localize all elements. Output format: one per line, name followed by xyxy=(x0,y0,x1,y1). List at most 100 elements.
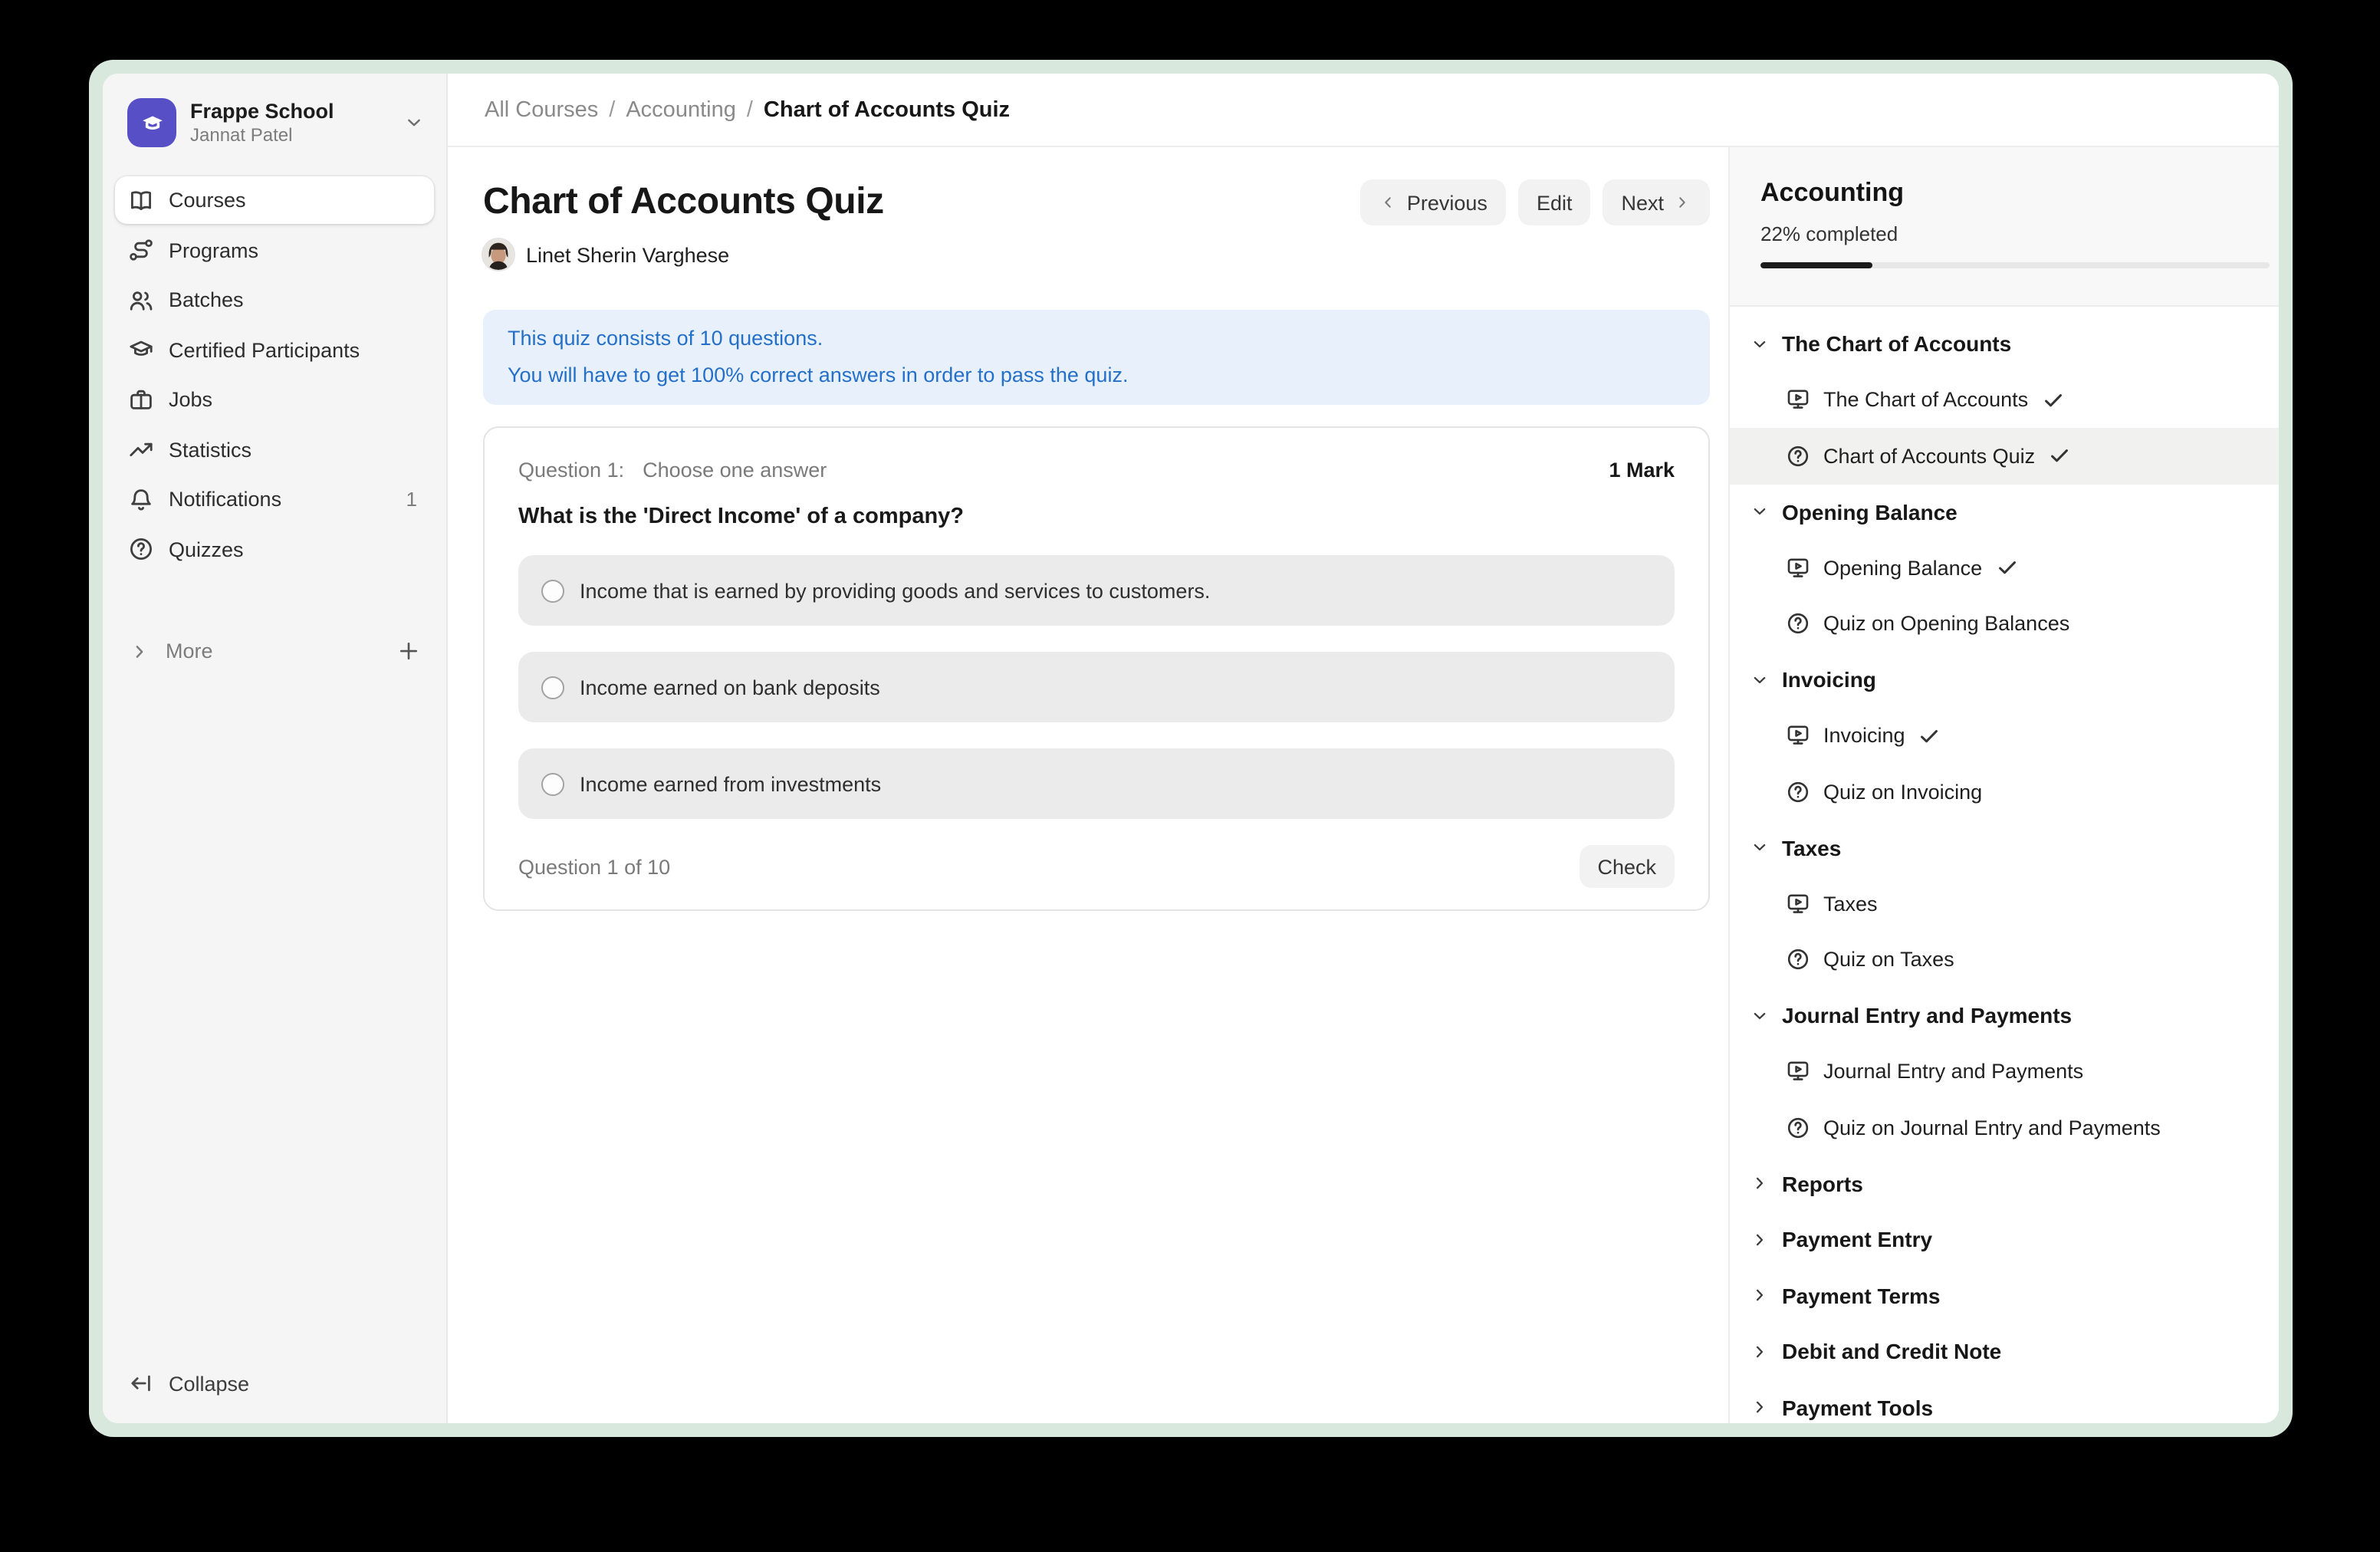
section-chevron-icon[interactable] xyxy=(1750,1174,1770,1194)
sidebar-nav-item[interactable]: Courses xyxy=(115,176,434,224)
lesson-type-icon xyxy=(1787,893,1810,916)
course-title: Accounting xyxy=(1760,178,2279,209)
section-chevron-icon[interactable] xyxy=(1750,502,1770,522)
workspace-switcher[interactable]: Frappe School Jannat Patel xyxy=(103,74,446,147)
section-chevron-icon[interactable] xyxy=(1750,838,1770,858)
section-label: Taxes xyxy=(1782,836,1841,860)
breadcrumb: All Courses / Accounting / Chart of Acco… xyxy=(485,97,1010,122)
answer-option[interactable]: Income that is earned by providing goods… xyxy=(518,555,1675,626)
course-progress-text: 22% completed xyxy=(1760,222,2279,245)
chevron-left-icon xyxy=(1379,193,1398,212)
outline-row[interactable]: Chart of Accounts Quiz Chart of Accounts… xyxy=(1730,428,2279,484)
section-label: Payment Terms xyxy=(1782,1284,1940,1308)
edit-button[interactable]: Edit xyxy=(1518,179,1591,225)
collapse-sidebar-button[interactable]: Collapse xyxy=(103,1371,446,1423)
sidebar-item-icon xyxy=(129,188,153,212)
outline-row[interactable]: The Chart of Accounts The Chart of Accou… xyxy=(1730,316,2279,372)
sidebar-nav-item[interactable]: Programs xyxy=(115,226,434,274)
section-label: Opening Balance xyxy=(1782,500,1958,524)
sidebar-item-label: Quizzes xyxy=(169,538,244,561)
outline-row[interactable]: Quiz on Taxes Quiz on Taxes xyxy=(1730,932,2279,988)
outline-row[interactable]: Taxes Taxes xyxy=(1730,820,2279,876)
sidebar-item-icon xyxy=(129,238,153,262)
section-chevron-icon[interactable] xyxy=(1750,1006,1770,1026)
answer-option-label: Income earned from investments xyxy=(580,772,881,795)
completed-check-icon xyxy=(2049,446,2070,467)
outline-row[interactable]: Reports Reports xyxy=(1730,1156,2279,1212)
quiz-notice: This quiz consists of 10 questions.You w… xyxy=(483,310,1710,405)
frappe-school-logo xyxy=(127,98,176,147)
sidebar-item-icon xyxy=(129,537,153,561)
course-outline: The Chart of Accounts The Chart of Accou… xyxy=(1730,307,2279,1423)
chevron-down-icon[interactable] xyxy=(403,112,425,133)
outline-row[interactable]: Taxes Taxes xyxy=(1730,876,2279,932)
section-label: The Chart of Accounts xyxy=(1782,332,2011,357)
chevron-right-icon xyxy=(129,640,150,662)
plus-icon[interactable] xyxy=(397,640,420,663)
section-chevron-icon[interactable] xyxy=(1750,670,1770,690)
progress-bar-fill xyxy=(1760,262,1872,268)
breadcrumb-separator: / xyxy=(747,97,753,122)
outline-row[interactable]: Quiz on Opening Balances Quiz on Opening… xyxy=(1730,596,2279,652)
lesson-label: The Chart of Accounts xyxy=(1823,389,2028,412)
graduation-cap-logo-icon xyxy=(137,108,166,137)
breadcrumb-item[interactable]: Accounting xyxy=(626,97,736,122)
collapse-arrow-icon xyxy=(129,1371,153,1396)
previous-button[interactable]: Previous xyxy=(1361,179,1506,225)
section-chevron-icon[interactable] xyxy=(1750,1398,1770,1418)
lesson-label: Quiz on Journal Entry and Payments xyxy=(1823,1116,2161,1139)
section-chevron-icon[interactable] xyxy=(1750,334,1770,354)
author-avatar xyxy=(483,239,514,270)
sidebar-nav-item[interactable]: Statistics xyxy=(115,426,434,473)
quiz-card: Question 1: Choose one answer 1 Mark Wha… xyxy=(483,426,1710,911)
lesson-type-icon xyxy=(1787,1060,1810,1083)
notification-count-badge: 1 xyxy=(406,488,420,511)
sidebar-nav-item[interactable]: Batches xyxy=(115,276,434,324)
outline-row[interactable]: Payment Tools Payment Tools xyxy=(1730,1379,2279,1423)
sidebar-nav-item[interactable]: Notifications 1 xyxy=(115,475,434,523)
next-button[interactable]: Next xyxy=(1603,179,1710,225)
radio-button[interactable] xyxy=(541,772,564,795)
outline-row[interactable]: Payment Entry Payment Entry xyxy=(1730,1212,2279,1268)
outline-row[interactable]: Invoicing Invoicing xyxy=(1730,708,2279,764)
more-label: More xyxy=(166,640,213,663)
answer-option-label: Income earned on bank deposits xyxy=(580,676,880,699)
author-name: Linet Sherin Varghese xyxy=(526,243,729,266)
answer-option[interactable]: Income earned from investments xyxy=(518,748,1675,819)
lesson-type-icon xyxy=(1787,1116,1810,1139)
outline-row[interactable]: The Chart of Accounts The Chart of Accou… xyxy=(1730,372,2279,428)
outline-row[interactable]: Quiz on Journal Entry and Payments Quiz … xyxy=(1730,1100,2279,1156)
outline-row[interactable]: Debit and Credit Note Debit and Credit N… xyxy=(1730,1323,2279,1379)
breadcrumb-item[interactable]: All Courses xyxy=(485,97,598,122)
author-row: Linet Sherin Varghese xyxy=(483,239,1710,270)
section-chevron-icon[interactable] xyxy=(1750,1230,1770,1250)
sidebar: Frappe School Jannat Patel Courses Progr… xyxy=(103,74,448,1423)
answer-option[interactable]: Income earned on bank deposits xyxy=(518,652,1675,722)
outline-row[interactable]: Journal Entry and Payments Journal Entry… xyxy=(1730,1044,2279,1100)
sidebar-nav-item[interactable]: Certified Participants xyxy=(115,326,434,373)
section-label: Payment Entry xyxy=(1782,1228,1932,1252)
outline-row[interactable]: Opening Balance Opening Balance xyxy=(1730,540,2279,596)
sidebar-nav-item[interactable]: Jobs xyxy=(115,376,434,423)
question-pagination: Question 1 of 10 xyxy=(518,855,670,878)
lesson-label: Invoicing xyxy=(1823,725,1905,748)
question-number-label: Question 1: xyxy=(518,459,624,482)
question-instruction: Choose one answer xyxy=(643,459,827,482)
radio-button[interactable] xyxy=(541,579,564,602)
section-chevron-icon[interactable] xyxy=(1750,1342,1770,1362)
outline-row[interactable]: Journal Entry and Payments Journal Entry… xyxy=(1730,988,2279,1044)
lesson-type-icon xyxy=(1787,389,1810,412)
outline-row[interactable]: Invoicing Invoicing xyxy=(1730,652,2279,708)
sidebar-nav-item[interactable]: Quizzes xyxy=(115,525,434,573)
breadcrumb-item[interactable]: Chart of Accounts Quiz xyxy=(764,97,1010,122)
outline-row[interactable]: Quiz on Invoicing Quiz on Invoicing xyxy=(1730,764,2279,820)
section-chevron-icon[interactable] xyxy=(1750,1286,1770,1306)
sidebar-more[interactable]: More xyxy=(115,627,434,675)
outline-row[interactable]: Opening Balance Opening Balance xyxy=(1730,484,2279,540)
check-button[interactable]: Check xyxy=(1579,845,1675,888)
radio-button[interactable] xyxy=(541,676,564,699)
lesson-type-icon xyxy=(1787,725,1810,748)
sidebar-item-icon xyxy=(129,288,153,312)
outline-row[interactable]: Payment Terms Payment Terms xyxy=(1730,1268,2279,1323)
sidebar-item-label: Courses xyxy=(169,189,246,212)
